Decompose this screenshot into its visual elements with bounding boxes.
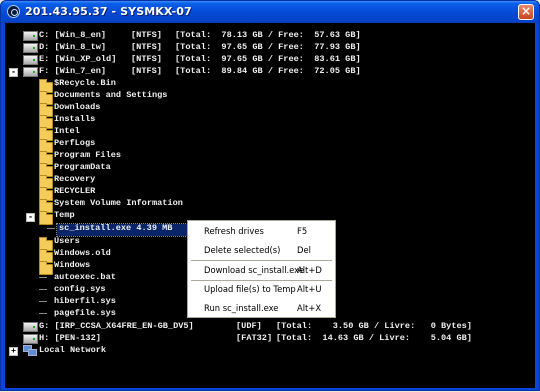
menu-label: Run sc_install.exe [204,303,279,313]
tree-line [39,289,47,290]
folder-icon [39,211,53,225]
drive-icon [23,31,38,41]
drive-icon [23,67,38,77]
drive-info: [Total: 97.65 GB / Free: 83.61 GB] [175,54,361,64]
drive-info: [Total: 3.50 GB / Livre: 0 Bytes] [276,321,472,331]
tree-drive-f[interactable]: F: [Win_7_en] [NTFS] [Total: 89.84 GB / … [39,65,361,77]
tree-line [39,277,47,278]
drive-label: G: [IRP_CCSA_X64FRE_EN-GB_DV5] [39,321,194,331]
close-button[interactable]: × [518,4,534,20]
drive-icon [23,43,38,53]
drive-fs: [UDF] [236,321,262,331]
expand-icon[interactable]: + [9,347,18,356]
tree-folder[interactable]: Downloads [54,101,100,113]
menu-upload[interactable]: Upload file(s) to Temp Alt+U [189,281,334,298]
collapse-icon[interactable]: - [26,213,35,222]
menu-label: Refresh drives [204,226,264,236]
menu-run[interactable]: Run sc_install.exe Alt+X [189,300,334,317]
drive-info: [Total: 89.84 GB / Free: 72.05 GB] [175,66,361,76]
menu-delete-selected[interactable]: Delete selected(s) Del [189,242,334,259]
tree-folder-temp[interactable]: Temp [54,209,75,221]
tree-line [47,228,55,229]
tree-file[interactable]: pagefile.sys [54,307,116,319]
drive-info: [Total: 78.13 GB / Free: 57.63 GB] [175,30,361,40]
tree-folder[interactable]: Recovery [54,173,95,185]
tree-file[interactable]: config.sys [54,283,106,295]
menu-shortcut: Del [297,245,311,255]
menu-shortcut: Alt+U [297,284,322,294]
tree-folder[interactable]: $Recycle.Bin [54,77,116,89]
explorer-pane: C: [Win_8_en] [NTFS] [Total: 78.13 GB / … [5,23,535,388]
drive-fs: [NTFS] [131,30,162,40]
tree-drive-d[interactable]: D: [Win_8_tw] [NTFS] [Total: 97.65 GB / … [39,41,361,53]
tree-folder[interactable]: Installs [54,113,95,125]
drive-label: F: [Win_7_en] [39,66,107,76]
tree-folder[interactable]: Program Files [54,149,121,161]
file-tree[interactable]: C: [Win_8_en] [NTFS] [Total: 78.13 GB / … [5,23,535,388]
menu-label: Download sc_install.exe [204,265,305,275]
tree-folder[interactable]: Windows.old [54,247,111,259]
app-window: 201.43.95.37 - SYSMKX-07 × C: [Win_8_en]… [0,0,540,391]
menu-shortcut: Alt+X [297,303,322,313]
drive-label: C: [Win_8_en] [39,30,107,40]
tree-folder[interactable]: System Volume Information [54,197,183,209]
window-title: 201.43.95.37 - SYSMKX-07 [25,5,192,18]
drive-fs: [NTFS] [131,54,162,64]
tree-file[interactable]: autoexec.bat [54,271,116,283]
tree-drive-e[interactable]: E: [Win_XP_old] [NTFS] [Total: 97.65 GB … [39,53,361,65]
menu-shortcut: Alt+D [297,265,322,275]
menu-download[interactable]: Download sc_install.exe Alt+D [189,262,334,279]
tree-line [39,313,47,314]
menu-separator [191,260,332,261]
drive-fs: [NTFS] [131,42,162,52]
menu-shortcut: F5 [297,226,308,236]
drive-info: [Total: 97.65 GB / Free: 77.93 GB] [175,42,361,52]
tree-folder[interactable]: Documents and Settings [54,89,167,101]
tree-folder[interactable]: Intel [54,125,80,137]
drive-icon [23,322,38,332]
drive-icon [23,334,38,344]
tree-drive-c[interactable]: C: [Win_8_en] [NTFS] [Total: 78.13 GB / … [39,29,361,41]
tree-drive-g[interactable]: G: [IRP_CCSA_X64FRE_EN-GB_DV5] [UDF] [To… [39,320,472,332]
tree-drive-h[interactable]: H: [PEN-132] [FAT32] [Total: 14.63 GB / … [39,332,472,344]
drive-icon [23,55,38,65]
tree-folder[interactable]: RECYCLER [54,185,95,197]
menu-refresh-drives[interactable]: Refresh drives F5 [189,223,334,240]
tree-file[interactable]: hiberfil.sys [54,295,116,307]
collapse-icon[interactable]: - [9,68,18,77]
drive-label: H: [PEN-132] [39,333,101,343]
drive-fs: [FAT32] [236,333,273,343]
drive-label: E: [Win_XP_old] [39,54,117,64]
tree-folder[interactable]: PerfLogs [54,137,95,149]
tree-file-selected[interactable]: sc_install.exe 4.39 MB [59,222,172,234]
tree-line [39,301,47,302]
folder-icon [39,261,53,275]
drive-label: D: [Win_8_tw] [39,42,107,52]
context-menu: Refresh drives F5 Delete selected(s) Del… [187,220,336,318]
title-bar[interactable]: 201.43.95.37 - SYSMKX-07 × [1,1,539,23]
tree-folder[interactable]: ProgramData [54,161,111,173]
menu-label: Delete selected(s) [204,245,281,255]
tree-folder[interactable]: Users [54,235,80,247]
tree-local-network[interactable]: Local Network [39,344,106,356]
drive-fs: [NTFS] [131,66,162,76]
app-icon [7,5,20,18]
menu-label: Upload file(s) to Temp [204,284,296,294]
drive-info: [Total: 14.63 GB / Livre: 5.04 GB] [276,333,472,343]
tree-folder[interactable]: Windows [54,259,90,271]
network-icon [23,345,37,356]
